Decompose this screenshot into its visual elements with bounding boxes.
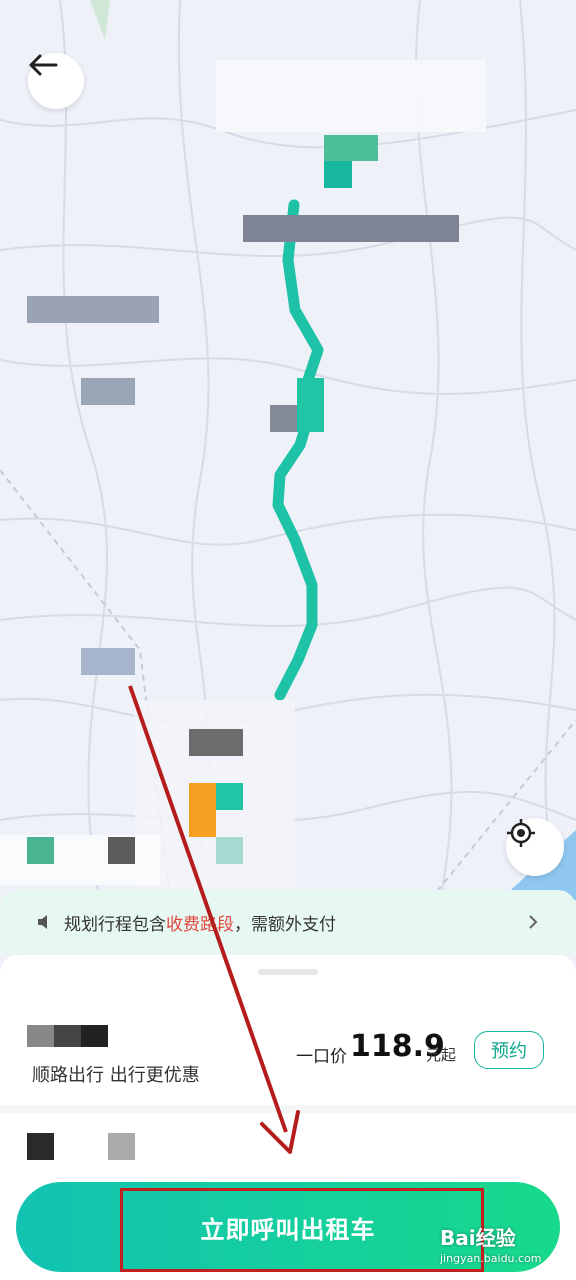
speaker-icon — [38, 915, 47, 929]
mosaic-block — [27, 1133, 54, 1160]
locate-crosshair-icon — [507, 819, 535, 847]
arrow-left-icon — [29, 54, 58, 76]
ride-option-title-mosaic — [27, 1025, 108, 1047]
highlight-box — [120, 1188, 484, 1272]
mosaic-block — [189, 729, 243, 756]
mosaic-block — [270, 405, 297, 432]
toll-notice-before: 规划行程包含 — [64, 914, 166, 935]
route-line — [272, 199, 324, 701]
mosaic-block — [27, 296, 159, 323]
mosaic-block — [216, 783, 243, 810]
back-button[interactable] — [28, 53, 84, 109]
price-suffix: 元起 — [426, 1046, 457, 1064]
ride-option-subtitle: 顺路出行 出行更优惠 — [32, 1065, 200, 1086]
mosaic-block — [108, 837, 135, 864]
mosaic-block — [297, 378, 324, 432]
price-prefix: 一口价 — [296, 1047, 347, 1067]
mosaic-block — [81, 648, 135, 675]
toll-notice-after: ，需额外支付 — [234, 914, 336, 935]
toll-notice-text: 规划行程包含收费路段，需额外支付 — [64, 910, 526, 935]
divider — [0, 1105, 576, 1113]
locate-button[interactable] — [506, 818, 564, 876]
reserve-button[interactable]: 预约 — [474, 1031, 544, 1069]
mosaic-block — [27, 837, 54, 864]
sheet-drag-handle[interactable] — [258, 969, 318, 975]
ride-option-row[interactable]: 顺路出行 出行更优惠 一口价 118.9 元起 预约 — [0, 1015, 576, 1105]
mosaic-block — [216, 60, 486, 132]
mosaic-block — [216, 837, 243, 864]
mosaic-block — [189, 783, 216, 837]
mosaic-block — [324, 161, 352, 188]
toll-notice-highlight: 收费路段 — [166, 914, 234, 935]
mosaic-block — [108, 1133, 135, 1160]
mosaic-block — [81, 378, 135, 405]
screen: 规划行程包含收费路段，需额外支付 顺路出行 出行更优惠 一口价 118.9 元起… — [0, 0, 576, 1280]
mosaic-block — [324, 135, 378, 161]
watermark-url: jingyan.baidu.com — [440, 1252, 542, 1265]
watermark-brand: Bai经验 — [440, 1226, 516, 1250]
toll-notice-bar[interactable]: 规划行程包含收费路段，需额外支付 — [0, 890, 576, 954]
map-view[interactable] — [0, 0, 576, 900]
chevron-right-icon — [529, 915, 538, 929]
mosaic-block — [0, 835, 160, 885]
mosaic-block — [243, 215, 459, 242]
